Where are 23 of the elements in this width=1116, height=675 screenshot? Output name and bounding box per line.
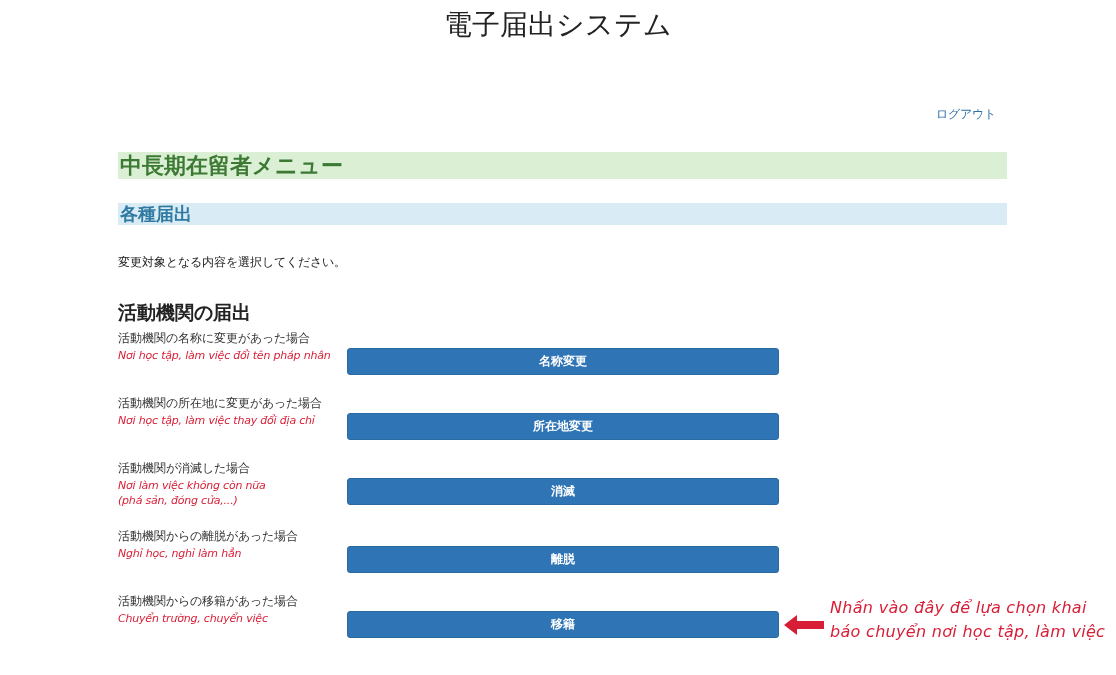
left-arrow-icon (784, 615, 824, 635)
item-label: 活動機関からの離脱があった場合 (118, 528, 298, 544)
action-button[interactable]: 名称変更 (347, 348, 779, 375)
action-button[interactable]: 所在地変更 (347, 413, 779, 440)
action-button[interactable]: 消滅 (347, 478, 779, 505)
group-heading: 活動機関の届出 (118, 300, 251, 324)
action-button[interactable]: 移籍 (347, 611, 779, 638)
action-button[interactable]: 離脱 (347, 546, 779, 573)
section-heading: 各種届出 (118, 203, 1007, 225)
item-label: 活動機関の名称に変更があった場合 (118, 330, 310, 346)
vietnamese-note: Nghỉ học, nghỉ làm hẳn (118, 546, 243, 561)
item-label: 活動機関が消滅した場合 (118, 460, 250, 476)
item-label: 活動機関からの移籍があった場合 (118, 593, 298, 609)
annotation-text: Nhấn vào đây để lựa chọn khai báo chuyển nơi học tập, làm việc (830, 597, 1106, 643)
vietnamese-note: Nơi học tập, làm việc đổi tên pháp nhân (118, 348, 332, 363)
menu-heading: 中長期在留者メニュー (118, 152, 1007, 179)
vietnamese-note: Chuyển trường, chuyển việc (118, 611, 269, 626)
logout-link[interactable]: ログアウト (936, 106, 996, 122)
item-label: 活動機関の所在地に変更があった場合 (118, 395, 322, 411)
vietnamese-note: Nơi học tập, làm việc thay đổi địa chỉ (118, 413, 317, 428)
site-title: 電子届出システム (443, 7, 673, 43)
vietnamese-note: Nơi làm việc không còn nữa (phá sản, đóng cửa,...) (118, 478, 267, 508)
instruction-text: 変更対象となる内容を選択してください。 (118, 255, 346, 270)
